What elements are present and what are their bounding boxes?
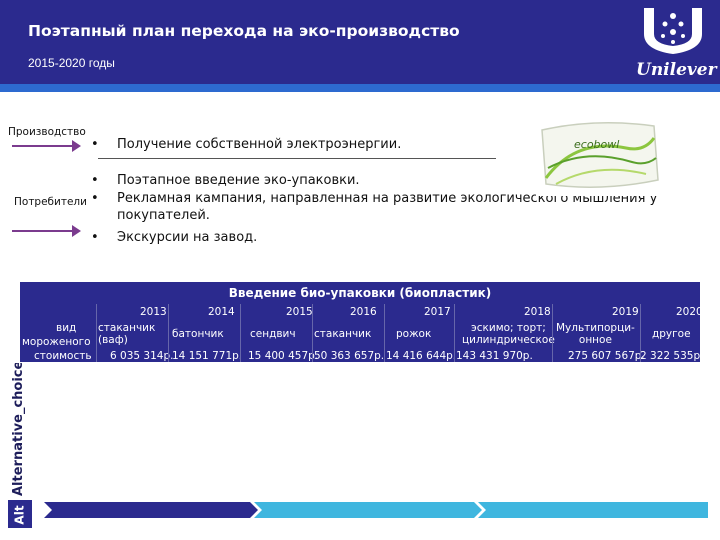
- year-2017: 2017: [424, 306, 451, 318]
- consumers-label: Потребители: [14, 196, 87, 208]
- year-2014: 2014: [208, 306, 235, 318]
- table-col-sep: [312, 304, 313, 362]
- bullet-dot-icon: •: [91, 173, 99, 188]
- divider-line: [98, 158, 496, 159]
- year-2020: 2020: [676, 306, 703, 318]
- table-col-sep: [384, 304, 385, 362]
- cost-2017: 14 416 644р.: [386, 350, 457, 362]
- bullet-dot-icon: •: [91, 230, 99, 245]
- bullet-dot-icon: •: [91, 137, 99, 152]
- table-col-sep: [96, 304, 97, 362]
- type-2013: стаканчик (ваф): [98, 322, 156, 346]
- table-col-sep: [168, 304, 169, 362]
- production-arrow-icon: [12, 140, 81, 152]
- table-col-sep: [640, 304, 641, 362]
- header-accent-bar: [0, 84, 720, 92]
- bullet-1: • Получение собственной электроэнергии.: [91, 137, 402, 152]
- slide-subtitle: 2015-2020 годы: [28, 56, 115, 70]
- row-label-type-b: мороженого: [22, 336, 91, 348]
- consumers-arrow-icon: [12, 225, 81, 237]
- type-2015: сендвич: [250, 328, 296, 340]
- year-2016: 2016: [350, 306, 377, 318]
- cost-2018: 143 431 970р.: [456, 350, 533, 362]
- bullet-4: • Экскурсии на завод.: [91, 230, 258, 245]
- package-brand: ecobowl: [574, 138, 619, 151]
- slide-title: Поэтапный план перехода на эко-производс…: [28, 22, 460, 40]
- type-2020: другое: [652, 328, 691, 340]
- side-text: Alternative_choice: [11, 363, 26, 496]
- footer-timeline: [44, 502, 708, 518]
- table-col-sep: [454, 304, 455, 362]
- type-2019: Мультипорци-онное: [556, 322, 635, 346]
- table-col-sep: [240, 304, 241, 362]
- production-label: Производство: [8, 126, 86, 138]
- cost-2013: 6 035 314р.: [110, 350, 174, 362]
- type-2016: стаканчик: [314, 328, 372, 340]
- table-title: Введение био-упаковки (биопластик): [20, 282, 700, 304]
- table-col-sep: [552, 304, 553, 362]
- row-label-cost: стоимость: [34, 350, 92, 362]
- year-2013: 2013: [140, 306, 167, 318]
- side-text-tab: Alt: [8, 500, 32, 528]
- slide-header: Поэтапный план перехода на эко-производс…: [0, 0, 720, 92]
- year-2015: 2015: [286, 306, 313, 318]
- type-2018: эскимо; торт; цилиндрическое: [462, 322, 555, 346]
- type-2017: рожок: [396, 328, 432, 340]
- cost-2019: 275 607 567р.: [568, 350, 645, 362]
- logo-text: Unilever: [636, 60, 717, 80]
- cost-2016: 50 363 657р.: [314, 350, 385, 362]
- year-2019: 2019: [612, 306, 639, 318]
- bullet-2: • Поэтапное введение эко-упаковки.: [91, 173, 360, 188]
- bullet-dot-icon: •: [91, 191, 99, 206]
- year-2018: 2018: [524, 306, 551, 318]
- type-2014: батончик: [172, 328, 224, 340]
- cost-2015: 15 400 457р.: [248, 350, 319, 362]
- cost-2020: 2 322 535р.: [640, 350, 704, 362]
- side-text-short: Alt: [12, 505, 27, 525]
- row-label-type-a: вид: [56, 322, 77, 334]
- eco-package-image: ecobowl: [536, 118, 662, 196]
- cost-2014: 14 151 771р.: [172, 350, 243, 362]
